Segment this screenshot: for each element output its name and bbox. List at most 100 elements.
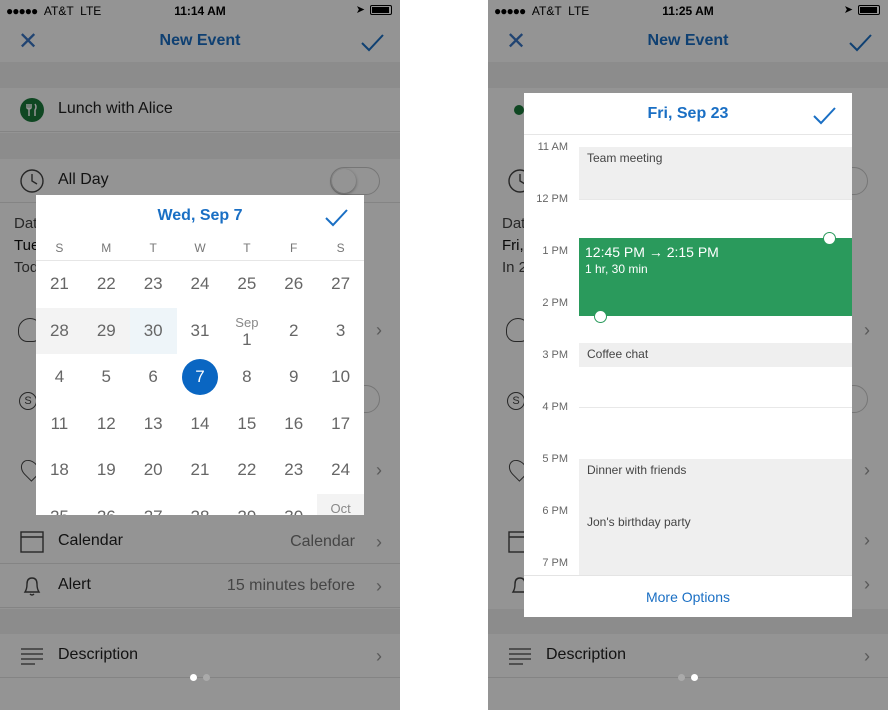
calendar-day[interactable]: 14 bbox=[177, 401, 224, 448]
day-number: 26 bbox=[97, 507, 116, 515]
checkmark-icon[interactable] bbox=[322, 203, 350, 231]
phone-screen-left: ●●●●● AT&T LTE 11:14 AM ➤ ✕ New Event Lu… bbox=[0, 0, 400, 710]
calendar-day[interactable]: 25 bbox=[36, 494, 83, 515]
calendar-day[interactable]: 31 bbox=[177, 308, 224, 355]
calendar-day[interactable]: 6 bbox=[130, 354, 177, 401]
calendar-day[interactable]: 29 bbox=[82, 307, 130, 354]
calendar-day[interactable]: 30 bbox=[129, 307, 177, 354]
more-options-button[interactable]: More Options bbox=[524, 575, 852, 617]
calendar-day[interactable]: 29 bbox=[223, 494, 270, 515]
day-number: 27 bbox=[144, 507, 163, 515]
calendar-day[interactable]: 18 bbox=[36, 447, 83, 494]
hour-line bbox=[579, 199, 852, 200]
calendar-day[interactable]: 24 bbox=[177, 261, 224, 308]
day-number: 17 bbox=[331, 413, 351, 433]
calendar-week: 28 29 30 31 Sep 1 2 3 bbox=[36, 307, 364, 355]
weekday-label: M bbox=[101, 241, 112, 255]
hour-label: 7 PM bbox=[542, 557, 568, 569]
page-dot-1 bbox=[678, 674, 685, 681]
calendar-day[interactable]: 30 bbox=[270, 494, 317, 515]
calendar-event[interactable]: Coffee chat bbox=[579, 343, 852, 367]
calendar-day[interactable]: 3 bbox=[317, 308, 364, 355]
date-picker-popup: Wed, Sep 7 S M T W T F S 21 22 23 24 25 … bbox=[36, 195, 364, 515]
day-number: 3 bbox=[335, 320, 346, 340]
calendar-day[interactable]: 23 bbox=[130, 261, 177, 308]
weekday-header: S M T W T F S bbox=[36, 237, 364, 261]
weekday-label: T bbox=[149, 241, 157, 255]
calendar-day[interactable]: 11 bbox=[36, 401, 83, 448]
duration-label: 1 hr, 30 min bbox=[585, 262, 648, 276]
hour-label: 3 PM bbox=[542, 349, 568, 361]
calendar-day[interactable]: 8 bbox=[223, 354, 270, 401]
day-number: 10 bbox=[331, 367, 351, 387]
day-number: 23 bbox=[143, 274, 163, 294]
calendar-event[interactable]: Jon's birthday party bbox=[579, 511, 852, 575]
day-number: 4 bbox=[54, 367, 65, 387]
day-timeline[interactable]: 11 AM 12 PM 1 PM 2 PM 3 PM 4 PM 5 PM 6 P… bbox=[524, 135, 852, 575]
calendar-day[interactable]: Sep 1 bbox=[223, 308, 270, 355]
calendar-day[interactable]: 27 bbox=[130, 494, 177, 515]
calendar-day[interactable]: 17 bbox=[317, 401, 364, 448]
day-number: 22 bbox=[96, 274, 116, 294]
day-number: 23 bbox=[284, 460, 304, 480]
day-number: 30 bbox=[143, 320, 163, 340]
calendar-day[interactable]: 16 bbox=[270, 401, 317, 448]
calendar-day[interactable]: 26 bbox=[270, 261, 317, 308]
calendar-day[interactable]: 13 bbox=[130, 401, 177, 448]
selected-time-range[interactable]: 12:45 PM → 2:15 PM 1 hr, 30 min bbox=[579, 238, 852, 316]
weekday-label: T bbox=[243, 241, 251, 255]
time-picker-header: Fri, Sep 23 bbox=[524, 93, 852, 135]
calendar-event[interactable]: Team meeting bbox=[579, 147, 852, 199]
calendar-day[interactable]: 21 bbox=[177, 447, 224, 494]
weekday-label: S bbox=[55, 241, 64, 255]
calendar-week: 25 26 27 28 29 30 Oct bbox=[36, 493, 364, 515]
month-marker: Sep bbox=[235, 314, 259, 330]
calendar-day[interactable]: 22 bbox=[223, 447, 270, 494]
day-number: 28 bbox=[191, 507, 210, 515]
day-number: 8 bbox=[242, 367, 252, 387]
calendar-day[interactable]: Oct bbox=[317, 493, 364, 515]
calendar-day[interactable]: 26 bbox=[83, 494, 130, 515]
calendar-day[interactable]: 5 bbox=[83, 354, 130, 401]
day-number: 30 bbox=[284, 507, 303, 515]
page-dot-2 bbox=[203, 674, 210, 681]
calendar-day[interactable]: 12 bbox=[83, 401, 130, 448]
day-number: 9 bbox=[288, 367, 299, 387]
checkmark-icon[interactable] bbox=[810, 101, 838, 129]
end-time-handle[interactable] bbox=[823, 232, 836, 245]
hour-label: 11 AM bbox=[537, 141, 568, 153]
page-dot-2 bbox=[691, 674, 698, 681]
calendar-day[interactable]: 23 bbox=[270, 447, 317, 494]
day-number: 6 bbox=[148, 367, 158, 387]
calendar-day[interactable]: 4 bbox=[36, 354, 83, 401]
day-number: 13 bbox=[143, 413, 163, 433]
calendar-day[interactable]: 25 bbox=[223, 261, 270, 308]
calendar-day-selected[interactable]: 7 bbox=[177, 354, 224, 401]
day-number: 25 bbox=[237, 274, 257, 294]
calendar-day[interactable]: 19 bbox=[83, 447, 130, 494]
calendar-day[interactable]: 15 bbox=[223, 401, 270, 448]
calendar-day[interactable]: 10 bbox=[317, 354, 364, 401]
weekday-label: F bbox=[290, 241, 298, 255]
calendar-day[interactable]: 28 bbox=[36, 307, 83, 354]
calendar-day[interactable]: 27 bbox=[317, 261, 364, 308]
calendar-day[interactable]: 20 bbox=[130, 447, 177, 494]
calendar-day[interactable]: 9 bbox=[270, 354, 317, 401]
calendar-day[interactable]: 22 bbox=[83, 261, 130, 308]
day-number: 27 bbox=[331, 274, 351, 294]
calendar-day[interactable]: 2 bbox=[270, 308, 317, 355]
day-number: 22 bbox=[237, 460, 257, 480]
day-number: 15 bbox=[237, 413, 257, 433]
day-number: 14 bbox=[190, 413, 210, 433]
date-picker-title: Wed, Sep 7 bbox=[157, 207, 243, 224]
calendar-day[interactable]: 24 bbox=[317, 447, 364, 494]
time-picker-title: Fri, Sep 23 bbox=[647, 105, 729, 122]
calendar-event[interactable]: Dinner with friends bbox=[579, 459, 852, 511]
start-time-handle[interactable] bbox=[594, 310, 607, 323]
hour-label: 6 PM bbox=[542, 505, 568, 517]
page-indicator bbox=[0, 668, 400, 686]
calendar-day[interactable]: 21 bbox=[36, 261, 83, 308]
day-number: 19 bbox=[96, 460, 116, 480]
calendar-day[interactable]: 28 bbox=[177, 494, 224, 515]
page-indicator bbox=[488, 668, 888, 686]
